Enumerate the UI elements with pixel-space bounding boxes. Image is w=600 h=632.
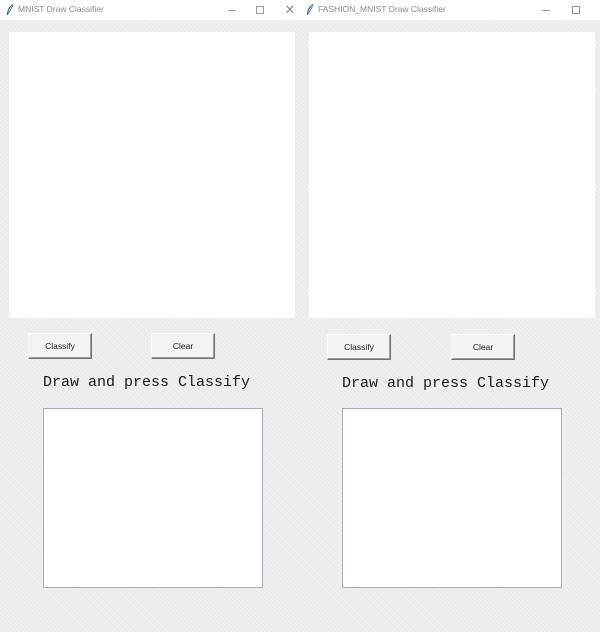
- maximize-button[interactable]: [562, 0, 590, 20]
- title-bar[interactable]: MNIST Draw Classifier ✕: [0, 0, 300, 20]
- close-icon: ✕: [284, 2, 296, 17]
- result-display: [342, 408, 562, 588]
- drawing-canvas[interactable]: [9, 32, 295, 318]
- minimize-button[interactable]: [218, 0, 246, 20]
- maximize-icon: [572, 6, 580, 14]
- classify-button[interactable]: Classify: [327, 334, 391, 360]
- status-label: Draw and press Classify: [342, 375, 550, 392]
- title-bar[interactable]: FASHION_MNIST Draw Classifier: [300, 0, 600, 20]
- window-title: FASHION_MNIST Draw Classifier: [318, 4, 446, 14]
- feather-icon: [7, 3, 14, 15]
- status-label: Draw and press Classify: [43, 374, 251, 391]
- drawing-canvas[interactable]: [309, 32, 595, 318]
- feather-icon: [307, 3, 314, 15]
- maximize-button[interactable]: [246, 0, 274, 20]
- classify-button[interactable]: Classify: [28, 333, 92, 359]
- mnist-window: MNIST Draw Classifier ✕ Classify Clear D…: [0, 0, 300, 632]
- clear-button[interactable]: Clear: [151, 333, 215, 359]
- minimize-icon: [228, 9, 236, 11]
- maximize-icon: [256, 6, 264, 14]
- fashion-mnist-window: FASHION_MNIST Draw Classifier Classify C…: [300, 0, 600, 632]
- window-title: MNIST Draw Classifier: [18, 4, 104, 14]
- result-display: [43, 408, 263, 588]
- clear-button[interactable]: Clear: [451, 334, 515, 360]
- minimize-button[interactable]: [532, 0, 560, 20]
- minimize-icon: [542, 9, 550, 11]
